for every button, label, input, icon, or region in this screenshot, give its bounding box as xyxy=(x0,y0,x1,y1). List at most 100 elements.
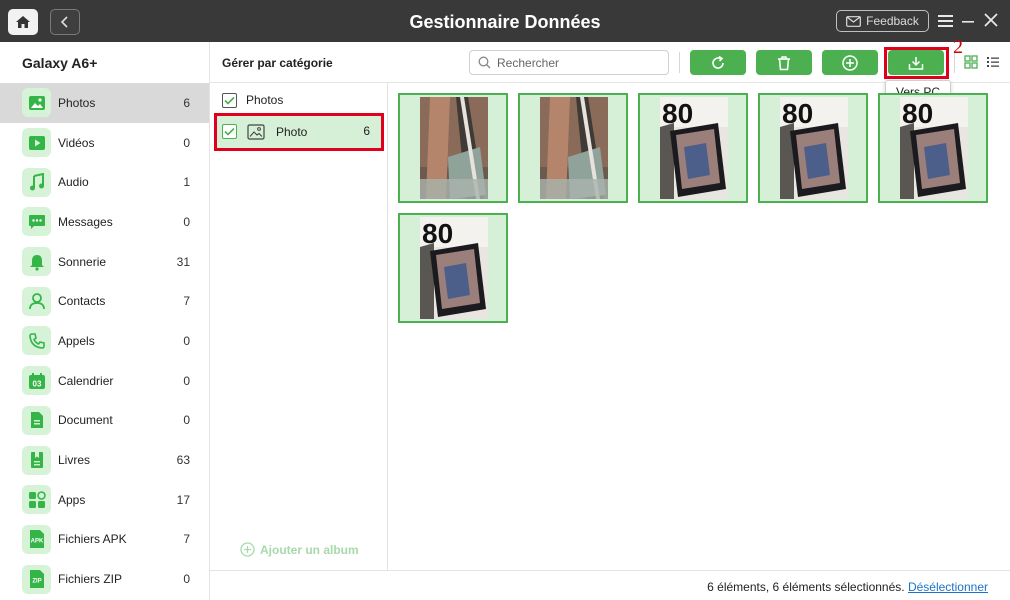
photo-thumbnail[interactable]: 80 xyxy=(638,93,748,203)
svg-text:80: 80 xyxy=(662,98,693,129)
title-bar: Gestionnaire Données Feedback xyxy=(0,0,1010,42)
search-box[interactable] xyxy=(469,50,669,75)
delete-icon xyxy=(778,55,790,70)
sidebar-item-label: Vidéos xyxy=(58,135,95,150)
delete-button[interactable] xyxy=(756,50,812,75)
sidebar-item-count: 7 xyxy=(183,532,190,547)
sidebar-item-count: 6 xyxy=(183,95,190,110)
feedback-label: Feedback xyxy=(866,14,919,28)
deselect-link[interactable]: Désélectionner xyxy=(908,580,988,594)
mail-icon xyxy=(846,15,862,27)
album-group-checkbox[interactable] xyxy=(222,92,237,108)
sidebar-item-documents[interactable]: Document 0 xyxy=(0,401,209,441)
sidebar-item-label: Audio xyxy=(58,175,89,190)
message-icon xyxy=(22,207,51,237)
svg-text:APK: APK xyxy=(30,539,43,545)
sidebar-item-videos[interactable]: Vidéos 0 xyxy=(0,123,209,163)
svg-text:80: 80 xyxy=(782,98,813,129)
chevron-left-icon xyxy=(60,16,68,28)
photo-thumbnail[interactable]: 80 xyxy=(398,213,508,323)
photo-image: 80 xyxy=(900,97,968,199)
sidebar-item-apps[interactable]: Apps 17 xyxy=(0,480,209,520)
selection-status: 6 éléments, 6 éléments sélectionnés. Dés… xyxy=(707,580,988,594)
plus-circle-icon xyxy=(240,542,255,557)
svg-text:ZIP: ZIP xyxy=(32,579,41,585)
album-group-label: Photos xyxy=(246,93,284,107)
export-highlight-frame xyxy=(884,47,949,79)
photo-thumbnail[interactable] xyxy=(518,93,628,203)
category-sidebar: Galaxy A6+ Photos 6 Vidéos 0 Audio 1 Mes… xyxy=(0,42,210,600)
sidebar-item-photos[interactable]: Photos 6 xyxy=(0,83,209,123)
sidebar-item-calendar[interactable]: 03 Calendrier 0 xyxy=(0,361,209,401)
home-icon xyxy=(16,16,30,28)
grid-view-icon xyxy=(964,55,978,69)
sidebar-item-label: Apps xyxy=(58,492,86,507)
sidebar-item-count: 17 xyxy=(176,492,190,507)
sidebar-item-zip[interactable]: ZIP Fichiers ZIP 0 xyxy=(0,559,209,599)
sidebar-item-count: 0 xyxy=(183,373,190,388)
search-input[interactable] xyxy=(497,55,657,70)
album-count: 6 xyxy=(363,124,370,138)
bell-icon xyxy=(22,247,51,277)
sidebar-item-count: 0 xyxy=(183,214,190,229)
sidebar-item-count: 0 xyxy=(183,572,190,587)
calendar-icon: 03 xyxy=(22,366,51,396)
video-icon xyxy=(22,128,51,158)
close-button[interactable] xyxy=(981,10,1001,30)
add-album-button[interactable]: Ajouter un album xyxy=(240,542,359,557)
document-icon xyxy=(22,405,51,435)
sidebar-item-audio[interactable]: Audio 1 xyxy=(0,162,209,202)
svg-text:80: 80 xyxy=(422,218,453,249)
album-item[interactable]: Photo 6 xyxy=(214,113,384,151)
add-icon xyxy=(842,54,858,71)
photo-thumbnail[interactable]: 80 xyxy=(878,93,988,203)
list-view-toggle[interactable] xyxy=(986,55,1000,69)
home-button[interactable] xyxy=(8,9,38,35)
menu-button[interactable] xyxy=(936,12,956,30)
album-picture-icon xyxy=(247,124,265,140)
sidebar-item-count: 7 xyxy=(183,294,190,309)
sidebar-item-books[interactable]: Livres 63 xyxy=(0,440,209,480)
refresh-button[interactable] xyxy=(690,50,746,75)
annotation-step-2: 2 xyxy=(953,36,963,58)
book-icon xyxy=(22,445,51,475)
add-button[interactable] xyxy=(822,50,878,75)
apps-icon xyxy=(22,485,51,515)
photo-image xyxy=(540,97,608,199)
sidebar-item-count: 0 xyxy=(183,333,190,348)
sidebar-item-apk[interactable]: APK Fichiers APK 7 xyxy=(0,520,209,560)
feedback-button[interactable]: Feedback xyxy=(836,10,929,32)
svg-text:03: 03 xyxy=(32,379,41,388)
sidebar-item-messages[interactable]: Messages 0 xyxy=(0,202,209,242)
zip-icon: ZIP xyxy=(22,564,51,594)
add-album-label: Ajouter un album xyxy=(260,542,359,557)
sidebar-item-ringtones[interactable]: Sonnerie 31 xyxy=(0,242,209,282)
album-item-checkbox[interactable] xyxy=(222,124,237,139)
photo-image: 80 xyxy=(420,217,488,319)
checkmark-icon xyxy=(224,96,235,105)
sidebar-item-label: Photos xyxy=(58,95,96,110)
album-name: Photo xyxy=(276,125,308,139)
sidebar-item-contacts[interactable]: Contacts 7 xyxy=(0,281,209,321)
album-group-header[interactable]: Photos xyxy=(222,90,283,110)
sidebar-item-count: 31 xyxy=(176,254,190,269)
toolbar-divider xyxy=(679,52,680,73)
minimize-button[interactable] xyxy=(958,12,978,30)
category-list: Photos 6 Vidéos 0 Audio 1 Messages 0 Son… xyxy=(0,83,209,599)
device-name: Galaxy A6+ xyxy=(22,55,98,71)
refresh-icon xyxy=(712,55,724,69)
back-button[interactable] xyxy=(50,9,80,35)
photo-thumbnail[interactable]: 80 xyxy=(758,93,868,203)
photo-image: 80 xyxy=(780,97,848,199)
sidebar-item-label: Calendrier xyxy=(58,373,114,388)
phone-icon xyxy=(22,326,51,356)
sidebar-item-calls[interactable]: Appels 0 xyxy=(0,321,209,361)
sidebar-item-label: Appels xyxy=(58,333,95,348)
photo-thumbnail[interactable] xyxy=(398,93,508,203)
sidebar-item-count: 1 xyxy=(183,175,190,190)
sidebar-item-count: 0 xyxy=(183,413,190,428)
hamburger-icon xyxy=(938,15,953,27)
minimize-icon xyxy=(962,21,974,23)
sidebar-item-label: Messages xyxy=(58,214,113,229)
grid-view-toggle[interactable] xyxy=(964,55,978,69)
